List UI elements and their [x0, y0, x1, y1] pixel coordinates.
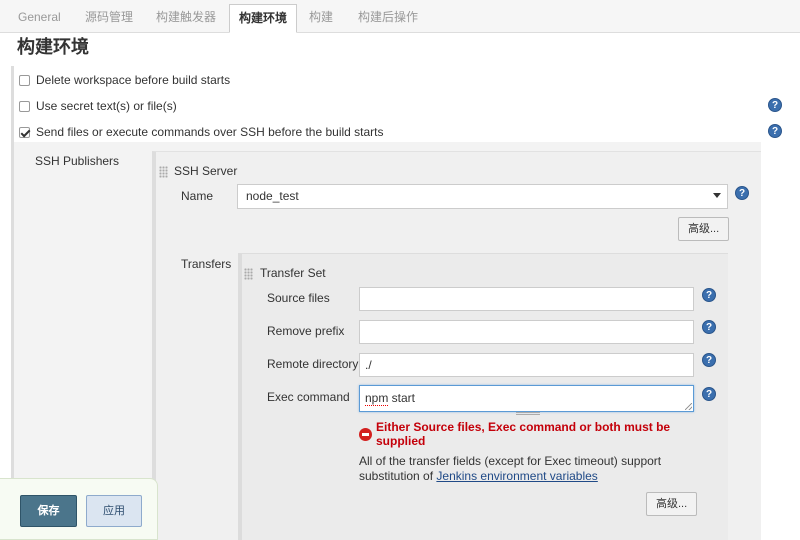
help-icon[interactable]: ? [768, 124, 782, 138]
help-icon[interactable]: ? [768, 98, 782, 112]
help-icon[interactable]: ? [735, 186, 749, 200]
ssh-server-name-select[interactable]: node_test [237, 184, 728, 209]
tab-build-environment[interactable]: 构建环境 [229, 4, 298, 33]
option-delete-workspace[interactable]: Delete workspace before build starts [19, 70, 230, 90]
ssh-server-advanced-button[interactable]: 高级... [678, 217, 730, 241]
exec-command-textarea[interactable]: npm start [359, 385, 694, 412]
source-files-input[interactable] [359, 287, 694, 311]
source-files-label: Source files [267, 291, 330, 305]
chevron-down-icon [713, 193, 721, 198]
option-use-secret[interactable]: Use secret text(s) or file(s) [19, 96, 177, 116]
tab-build-triggers[interactable]: 构建触发器 [147, 4, 225, 33]
delete-workspace-label: Delete workspace before build starts [36, 73, 231, 87]
remove-prefix-input[interactable] [359, 320, 694, 344]
tab-post-build[interactable]: 构建后操作 [349, 4, 427, 33]
ssh-server-name-value: node_test [246, 189, 299, 203]
jenkins-env-vars-link[interactable]: Jenkins environment variables [436, 469, 597, 483]
help-icon[interactable]: ? [702, 353, 716, 367]
transfer-set-advanced-button[interactable]: 高级... [646, 492, 698, 516]
variables-info-text: All of the transfer fields (except for E… [359, 454, 679, 484]
help-icon[interactable]: ? [702, 320, 716, 334]
help-icon[interactable]: ? [702, 288, 716, 302]
name-label: Name [181, 189, 214, 203]
tab-build[interactable]: 构建 [300, 4, 342, 33]
save-button[interactable]: 保存 [20, 495, 77, 527]
resize-grip-icon[interactable] [685, 403, 692, 410]
remove-prefix-label: Remove prefix [267, 324, 345, 338]
ssh-server-heading: SSH Server [174, 164, 238, 178]
exec-command-word-start: start [388, 391, 416, 405]
transfers-label: Transfers [181, 257, 232, 271]
apply-button[interactable]: 应用 [86, 495, 142, 527]
help-icon[interactable]: ? [702, 387, 716, 401]
delete-workspace-checkbox[interactable] [19, 74, 30, 86]
remote-directory-input[interactable]: ./ [359, 353, 694, 377]
validation-error-message: Either Source files, Exec command or bot… [376, 420, 671, 448]
option-send-files-ssh[interactable]: Send files or execute commands over SSH … [19, 122, 384, 142]
send-files-ssh-checkbox[interactable] [19, 126, 30, 138]
section-title: 构建环境 [17, 37, 89, 57]
use-secret-checkbox[interactable] [19, 100, 30, 112]
exec-command-word-npm: npm [365, 391, 389, 406]
transfer-set-heading: Transfer Set [260, 266, 326, 280]
remote-directory-label: Remote directory [267, 357, 359, 371]
tab-bar: General 源码管理 构建触发器 构建环境 构建 构建后操作 [0, 0, 800, 33]
error-icon [359, 428, 372, 441]
tab-general[interactable]: General [9, 4, 70, 33]
drag-handle-icon[interactable] [244, 268, 253, 280]
use-secret-label: Use secret text(s) or file(s) [36, 99, 177, 113]
tab-source-management[interactable]: 源码管理 [76, 4, 142, 33]
send-files-ssh-label: Send files or execute commands over SSH … [36, 125, 384, 139]
ssh-publishers-label: SSH Publishers [35, 154, 120, 168]
drag-handle-icon[interactable] [159, 166, 168, 178]
exec-command-label: Exec command [267, 390, 350, 404]
textarea-expand-handle[interactable] [516, 412, 540, 415]
